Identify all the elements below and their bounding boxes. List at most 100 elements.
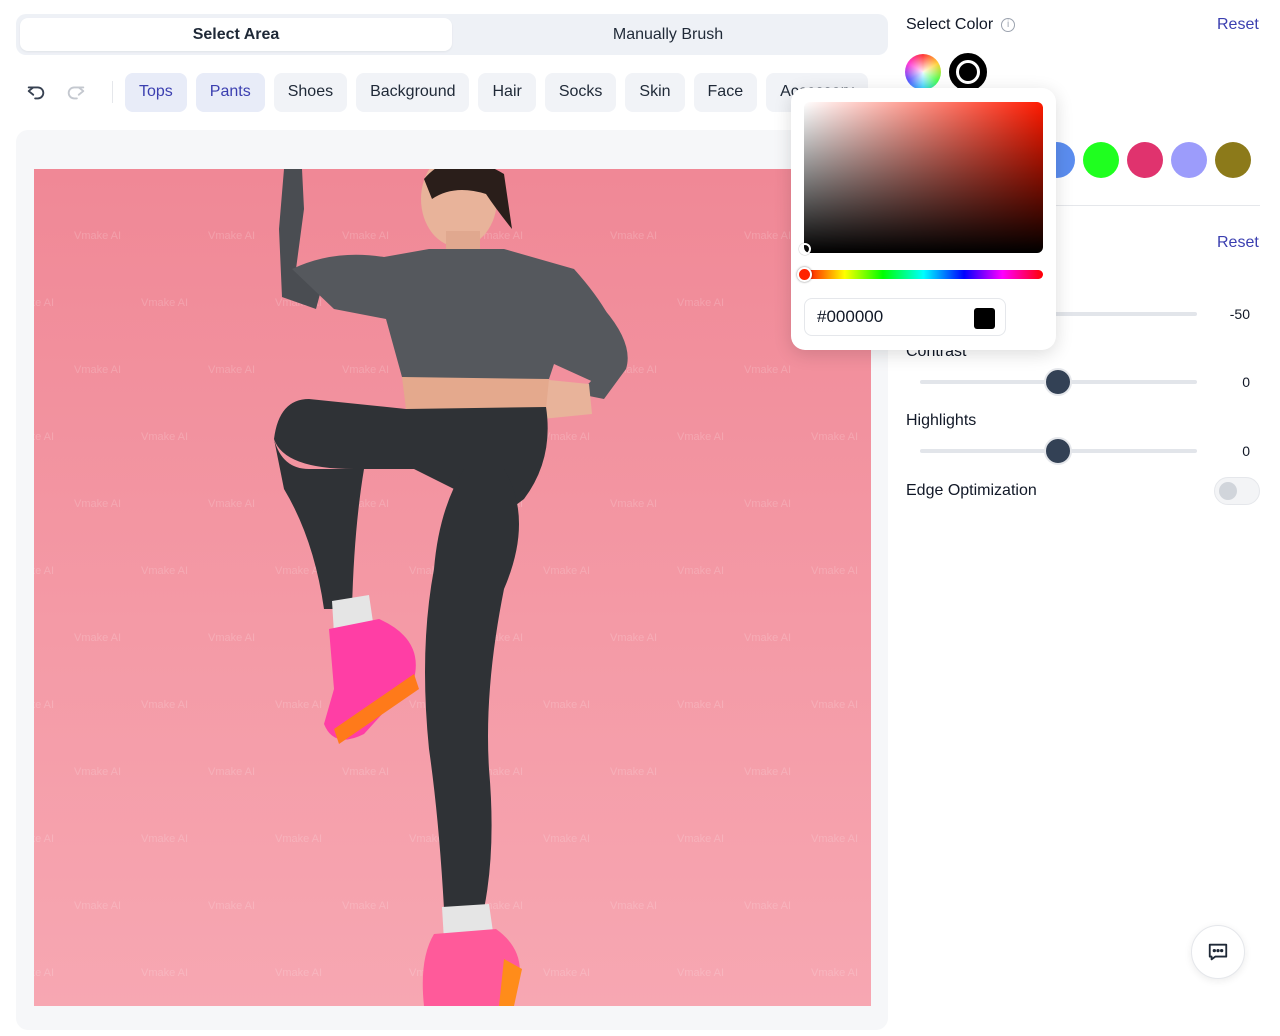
manually-brush-tab[interactable]: Manually Brush — [452, 18, 884, 51]
watermark-text: Vmake AI — [677, 565, 724, 577]
watermark-text: Vmake AI — [744, 230, 791, 242]
hue-handle[interactable] — [797, 267, 812, 282]
watermark-text: Vmake AI — [34, 431, 54, 443]
swatch-pink[interactable] — [1127, 142, 1163, 178]
swatch-green[interactable] — [1083, 142, 1119, 178]
watermark-text: Vmake AI — [610, 766, 657, 778]
saturation-value-area[interactable] — [804, 102, 1043, 253]
select-area-tab[interactable]: Select Area — [20, 18, 452, 51]
chip-face[interactable]: Face — [693, 72, 758, 112]
selected-black-swatch[interactable] — [949, 53, 987, 91]
watermark-text: Vmake AI — [811, 967, 858, 979]
watermark-text: Vmake AI — [610, 900, 657, 912]
watermark-text: Vmake AI — [543, 565, 590, 577]
highlights-knob[interactable] — [1044, 437, 1072, 465]
watermark-text: Vmake AI — [744, 364, 791, 376]
watermark-text: Vmake AI — [208, 230, 255, 242]
watermark-text: Vmake AI — [141, 699, 188, 711]
watermark-text: Vmake AI — [34, 833, 54, 845]
watermark-text: Vmake AI — [208, 766, 255, 778]
redo-icon — [67, 86, 85, 100]
edited-photo[interactable]: Vmake AI Vmake AI Vmake AI Vmake AI Vmake AI… — [34, 169, 871, 1006]
info-icon[interactable]: i — [1001, 18, 1016, 32]
color-picker-popover: #000000 — [791, 88, 1056, 350]
watermark-text: Vmake AI — [74, 364, 121, 376]
watermark-text: Vmake AI — [744, 632, 791, 644]
watermark-text: Vmake AI — [34, 297, 54, 309]
chip-hair[interactable]: Hair — [478, 72, 536, 112]
photo-illustration: Vmake AI Vmake AI Vmake AI Vmake AI Vmake AI… — [34, 169, 858, 1006]
watermark-text: Vmake AI — [141, 833, 188, 845]
watermark-text: Vmake AI — [74, 230, 121, 242]
watermark-text: Vmake AI — [811, 699, 858, 711]
saturation-value-handle[interactable] — [799, 243, 811, 255]
contrast-knob[interactable] — [1044, 368, 1072, 396]
watermark-text: Vmake AI — [208, 498, 255, 510]
adjustments-reset-link[interactable]: Reset — [1217, 234, 1259, 252]
swatch-lavender[interactable] — [1171, 142, 1207, 178]
swatch-olive[interactable] — [1215, 142, 1251, 178]
hue-slider[interactable] — [804, 270, 1043, 279]
hex-value: #000000 — [817, 307, 884, 326]
chip-pants[interactable]: Pants — [195, 72, 265, 112]
chip-tops[interactable]: Tops — [125, 72, 187, 112]
watermark-text: Vmake AI — [74, 766, 121, 778]
watermark-text: Vmake AI — [610, 632, 657, 644]
watermark-text: Vmake AI — [74, 632, 121, 644]
custom-color-swatch[interactable] — [905, 54, 941, 90]
highlights-value: 0 — [1242, 443, 1250, 459]
hex-input[interactable]: #000000 — [804, 298, 1006, 336]
watermark-text: Vmake AI — [141, 431, 188, 443]
watermark-text: Vmake AI — [543, 833, 590, 845]
highlights-label: Highlights — [906, 412, 977, 429]
watermark-text: Vmake AI — [208, 364, 255, 376]
watermark-text: Vmake AI — [74, 498, 121, 510]
watermark-text: Vmake AI — [275, 967, 322, 979]
slider-1-value: -50 — [1229, 306, 1250, 322]
category-toolbar: Tops Pants Shoes Background Hair Socks S… — [16, 72, 888, 112]
watermark-text: Vmake AI — [34, 699, 54, 711]
watermark-text: Vmake AI — [677, 967, 724, 979]
watermark-text: Vmake AI — [744, 766, 791, 778]
watermark-text: Vmake AI — [543, 699, 590, 711]
chip-socks[interactable]: Socks — [544, 72, 617, 112]
undo-button[interactable] — [16, 72, 56, 112]
watermark-text: Vmake AI — [677, 297, 724, 309]
watermark-text: Vmake AI — [208, 900, 255, 912]
watermark-text: Vmake AI — [275, 833, 322, 845]
color-reset-link[interactable]: Reset — [1217, 16, 1259, 34]
watermark-text: Vmake AI — [811, 833, 858, 845]
hex-preview-swatch — [974, 308, 995, 329]
watermark-text: Vmake AI — [74, 900, 121, 912]
redo-button[interactable] — [56, 72, 96, 112]
watermark-text: Vmake AI — [275, 565, 322, 577]
watermark-text: Vmake AI — [610, 230, 657, 242]
watermark-text: Vmake AI — [208, 632, 255, 644]
watermark-text: Vmake AI — [610, 498, 657, 510]
chip-skin[interactable]: Skin — [625, 72, 685, 112]
watermark-text: Vmake AI — [141, 297, 188, 309]
select-color-title: Select Color i — [906, 16, 1016, 34]
watermark-text: Vmake AI — [744, 498, 791, 510]
select-color-label: Select Color — [906, 16, 994, 33]
contrast-value: 0 — [1242, 374, 1250, 390]
watermark-text: Vmake AI — [275, 699, 322, 711]
watermark-text: Vmake AI — [342, 364, 389, 376]
watermark-text: Vmake AI — [342, 766, 389, 778]
chip-background[interactable]: Background — [356, 72, 470, 112]
chat-button[interactable] — [1191, 925, 1245, 979]
watermark-text: Vmake AI — [141, 565, 188, 577]
watermark-text: Vmake AI — [811, 565, 858, 577]
watermark-text: Vmake AI — [141, 967, 188, 979]
watermark-text: Vmake AI — [744, 900, 791, 912]
edge-optimization-toggle[interactable] — [1214, 477, 1260, 505]
watermark-text: Vmake AI — [543, 431, 590, 443]
toolbar-divider — [112, 81, 113, 103]
chip-shoes[interactable]: Shoes — [273, 72, 348, 112]
watermark-text: Vmake AI — [342, 900, 389, 912]
watermark-text: Vmake AI — [342, 230, 389, 242]
watermark-text: Vmake AI — [811, 431, 858, 443]
edge-optimization-label: Edge Optimization — [906, 482, 1037, 499]
watermark-text: Vmake AI — [543, 967, 590, 979]
chat-icon — [1208, 943, 1228, 961]
